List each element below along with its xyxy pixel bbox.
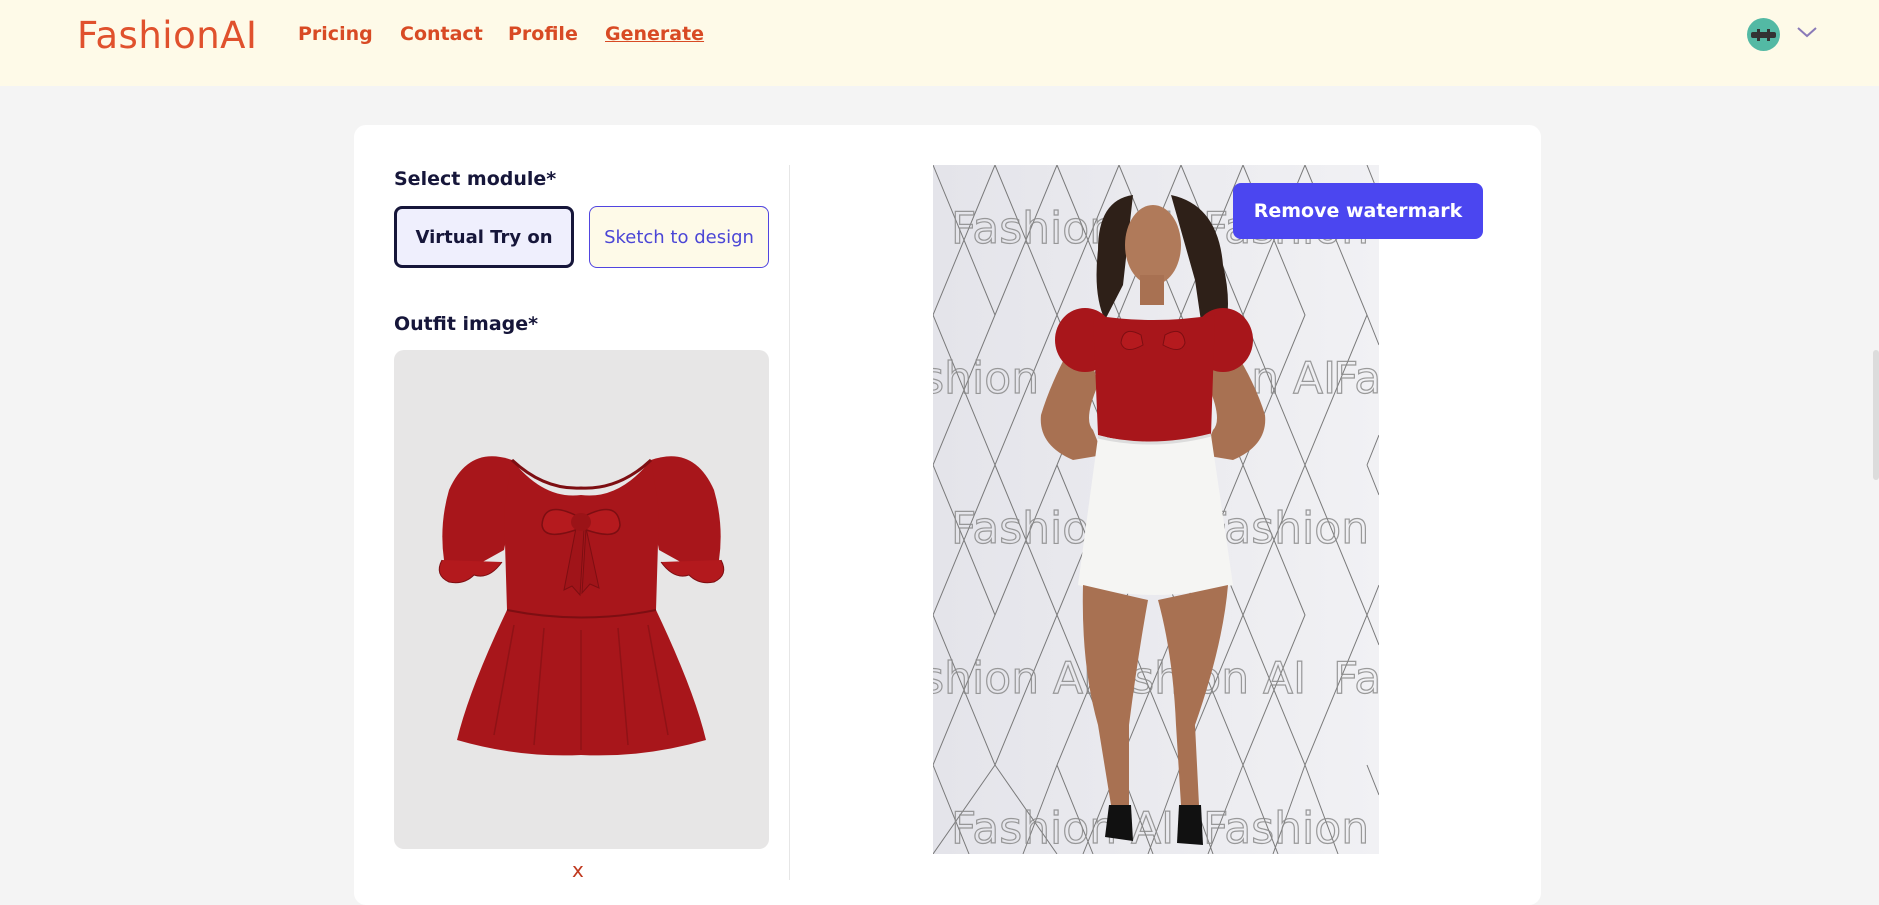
module-virtual-try-on-button[interactable]: Virtual Try on <box>394 206 574 268</box>
page-scrollbar[interactable] <box>1873 350 1879 480</box>
watermark-text: Fashion AI <box>933 653 1096 704</box>
watermark-text: Fashion AI <box>1333 653 1379 704</box>
select-module-label: Select module* <box>394 168 557 190</box>
remove-outfit-image-button[interactable]: x <box>572 858 584 882</box>
nav-contact[interactable]: Contact <box>400 23 483 45</box>
outfit-image-dropzone[interactable] <box>394 350 769 849</box>
watermark-text: Fashion AI <box>1203 503 1379 554</box>
watermark-text: Fashion AI <box>1203 803 1379 854</box>
chevron-down-icon[interactable] <box>1796 24 1818 40</box>
nav-profile[interactable]: Profile <box>508 23 578 45</box>
watermark-text: Fashion AI <box>1333 353 1379 404</box>
outfit-image-label: Outfit image* <box>394 313 539 335</box>
module-sketch-to-design-button[interactable]: Sketch to design <box>589 206 769 268</box>
avatar-icon[interactable] <box>1747 18 1780 51</box>
logo[interactable]: FashionAI <box>77 14 257 57</box>
top-navbar: FashionAI Pricing Contact Profile Genera… <box>0 0 1879 86</box>
generated-result-image: Fashion AI Fashion AI Fashion AI Fashion… <box>933 165 1379 854</box>
watermark-text: Fashion AI <box>951 803 1174 854</box>
nav-generate[interactable]: Generate <box>605 23 704 45</box>
panel-divider <box>789 165 790 880</box>
nav-pricing[interactable]: Pricing <box>298 23 373 45</box>
outfit-image-red-blouse <box>438 456 725 756</box>
remove-watermark-button[interactable]: Remove watermark <box>1233 183 1483 239</box>
result-model-image: Fashion AI Fashion AI Fashion AI Fashion… <box>933 165 1379 854</box>
